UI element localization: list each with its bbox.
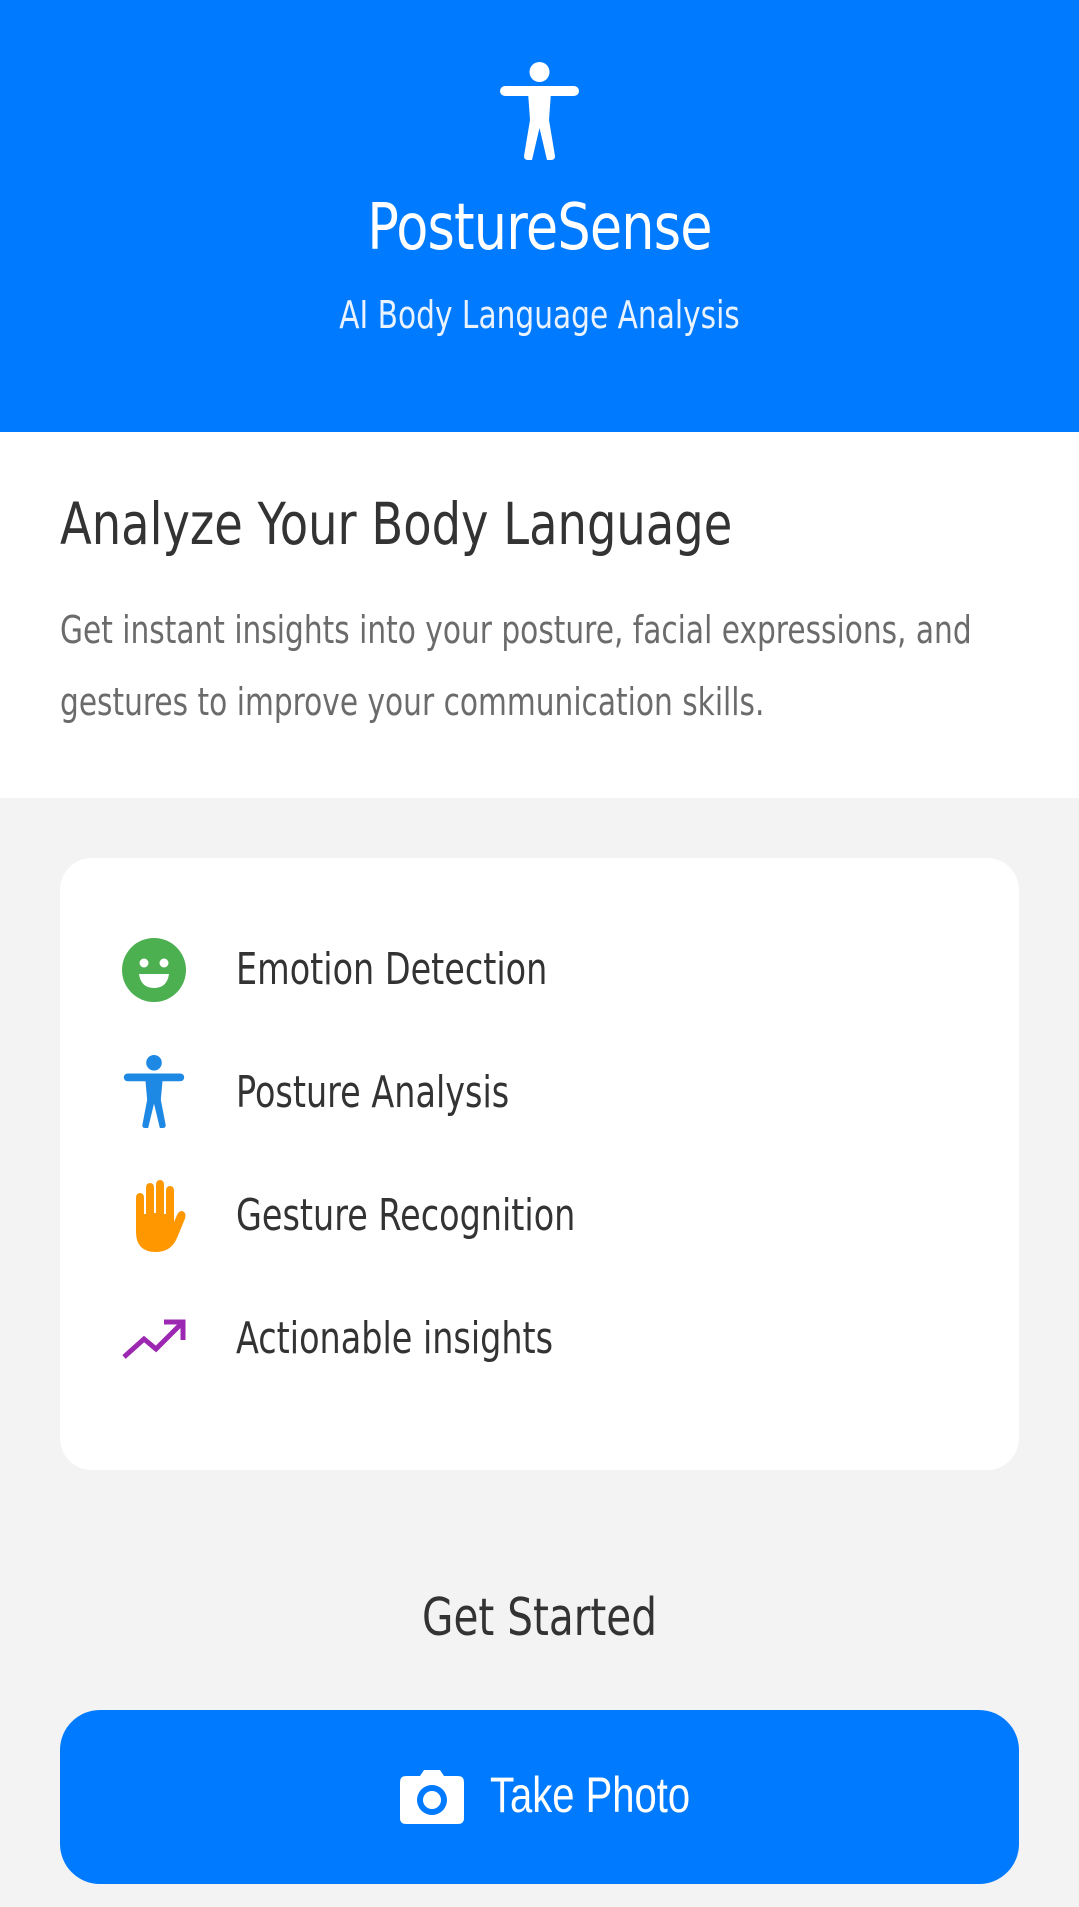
take-photo-label: Take Photo [490,1767,691,1823]
intro-description: Get instant insights into your posture, … [60,608,972,724]
app-header: PostureSense AI Body Language Analysis [0,0,1079,432]
feature-label: Emotion Detection [236,944,548,995]
take-photo-content: Take Photo [60,1710,1019,1884]
intro-title: Analyze Your Body Language [60,490,733,558]
feature-item-gesture-recognition: Gesture Recognition [60,1174,1019,1258]
smiley-face-icon [122,938,186,1002]
app-title: PostureSense [367,191,712,265]
feature-item-emotion-detection: Emotion Detection [60,928,1019,1012]
accessibility-person-icon [123,1055,185,1129]
raised-hand-icon [136,1180,186,1252]
get-started-heading: Get Started [422,1588,657,1648]
feature-item-actionable-insights: Actionable insights [60,1297,1019,1381]
take-photo-button[interactable]: Take Photo [60,1710,1019,1884]
accessibility-person-icon [500,62,579,160]
camera-icon [400,1770,464,1824]
app-subtitle: AI Body Language Analysis [339,293,740,337]
feature-label: Posture Analysis [236,1067,510,1118]
features-card: Emotion Detection Posture Analysis Gestu… [60,858,1019,1470]
feature-label: Actionable insights [236,1313,554,1364]
feature-item-posture-analysis: Posture Analysis [60,1051,1019,1135]
feature-label: Gesture Recognition [236,1190,576,1241]
trending-up-icon [122,1319,186,1359]
